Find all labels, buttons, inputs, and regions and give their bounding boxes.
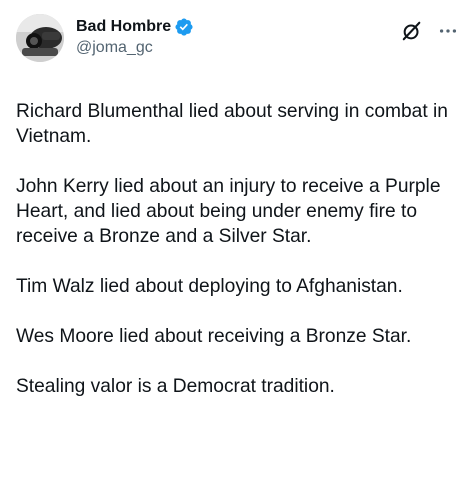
verified-badge-icon (174, 17, 194, 37)
avatar-photo-icon (16, 14, 64, 62)
tweet-card: Bad Hombre @joma_gc Richard Blumenthal l… (0, 0, 473, 490)
more-options-icon[interactable] (437, 20, 459, 42)
tweet-paragraph: Tim Walz lied about deploying to Afghani… (16, 276, 403, 297)
author-names: Bad Hombre @joma_gc (76, 14, 194, 57)
avatar[interactable] (16, 14, 64, 62)
name-row: Bad Hombre (76, 16, 194, 37)
header-actions (401, 20, 459, 42)
tweet-paragraph: Wes Moore lied about receiving a Bronze … (16, 326, 412, 347)
tweet-text: Richard Blumenthal lied about serving in… (16, 99, 468, 399)
tweet-paragraph: Stealing valor is a Democrat tradition. (16, 376, 335, 397)
tweet-header: Bad Hombre @joma_gc (16, 14, 457, 64)
author-handle[interactable]: @joma_gc (76, 39, 194, 57)
author-display-name[interactable]: Bad Hombre (76, 18, 171, 36)
tweet-paragraph: John Kerry lied about an injury to recei… (16, 176, 441, 247)
tweet-paragraph: Richard Blumenthal lied about serving in… (16, 101, 448, 147)
grok-icon[interactable] (401, 20, 423, 42)
